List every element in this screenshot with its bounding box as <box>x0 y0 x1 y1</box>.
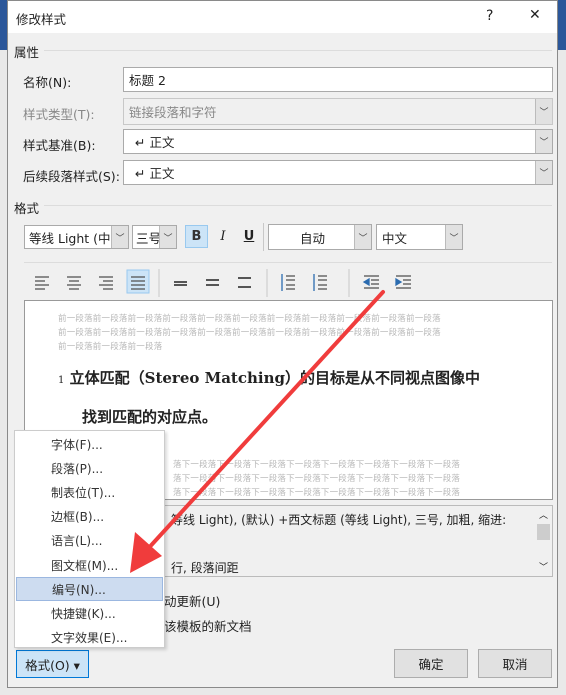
name-label: 名称(N): <box>23 75 72 90</box>
chevron-down-icon[interactable]: ﹀ <box>159 226 176 248</box>
style-type-select: 链接段落和字符 ﹀ <box>123 98 553 125</box>
preview-next-paragraph: 落下一段落下一段落下一段落下一段落下一段落下一段落下一段落下一段落 <box>173 488 461 498</box>
preview-prev-paragraph: 前一段落前一段落前一段落前一段落前一段落前一段落前一段落前一段落前一段落前一段落… <box>58 328 441 338</box>
close-button[interactable]: ✕ <box>529 7 541 23</box>
cancel-button[interactable]: 取消 <box>478 649 552 678</box>
decrease-indent-icon[interactable] <box>362 275 379 289</box>
next-style-label: 后续段落样式(S): <box>23 169 120 184</box>
double-spacing-icon[interactable] <box>238 277 251 288</box>
menu-item-numbering[interactable]: 编号(N)... <box>16 577 163 602</box>
italic-button[interactable]: I <box>213 225 233 248</box>
chevron-down-icon[interactable]: ﹀ <box>535 161 552 184</box>
menu-item-paragraph[interactable]: 段落(P)... <box>15 456 164 480</box>
based-on-label: 样式基准(B): <box>23 138 96 153</box>
new-documents-option-label[interactable]: 该模板的新文档 <box>164 616 252 635</box>
align-center-icon[interactable] <box>67 276 81 290</box>
font-value: 等线 Light (中文 <box>29 230 124 246</box>
preview-heading-number: 1 <box>58 375 65 386</box>
description-line: 行, 段落间距 <box>171 561 239 575</box>
font-color-select[interactable]: 自动 ﹀ <box>268 224 372 250</box>
font-size-value: 三号 <box>136 230 162 246</box>
underline-button[interactable]: U <box>239 225 259 248</box>
menu-item-border[interactable]: 边框(B)... <box>15 505 164 529</box>
bold-button[interactable]: B <box>185 225 208 248</box>
divider <box>24 262 552 263</box>
title-bar: 修改样式 ? ✕ <box>8 1 557 33</box>
style-type-label: 样式类型(T): <box>23 107 95 122</box>
preview-prev-paragraph: 前一段落前一段落前一段落 <box>58 342 163 352</box>
font-select[interactable]: 等线 Light (中文 ﹀ <box>24 225 129 249</box>
format-menu-button[interactable]: 格式(O) ▾ <box>16 650 89 678</box>
align-right-icon[interactable] <box>99 276 113 290</box>
menu-item-font[interactable]: 字体(F)... <box>15 432 164 456</box>
scroll-down-icon[interactable]: ﹀ <box>539 560 548 573</box>
divider <box>44 205 552 206</box>
align-left-icon[interactable] <box>35 276 49 290</box>
increase-indent-icon[interactable] <box>395 275 411 289</box>
divider <box>263 223 264 251</box>
next-style-value: ↵ 正文 <box>135 166 175 181</box>
based-on-value: ↵ 正文 <box>135 135 175 150</box>
chevron-down-icon[interactable]: ﹀ <box>535 130 552 153</box>
one-half-spacing-icon[interactable] <box>206 279 219 286</box>
next-style-select[interactable]: ↵ 正文 ﹀ <box>123 160 553 185</box>
chevron-down-icon[interactable]: ﹀ <box>354 225 371 249</box>
chevron-down-icon: ﹀ <box>535 99 552 124</box>
font-color-value: 自动 <box>299 230 325 246</box>
chevron-down-icon[interactable]: ﹀ <box>111 226 128 248</box>
decrease-spacing-icon[interactable] <box>313 274 327 291</box>
menu-item-frame[interactable]: 图文框(M)... <box>15 553 164 577</box>
menu-item-shortcut-key[interactable]: 快捷键(K)... <box>15 601 164 625</box>
name-input[interactable]: 标题 2 <box>123 67 553 92</box>
language-value: 中文 <box>382 230 408 246</box>
style-description: 等线 Light), (默认) +西文标题 (等线 Light), 三号, 加粗… <box>158 505 553 577</box>
dialog-title: 修改样式 <box>16 12 67 27</box>
language-select[interactable]: 中文 ﹀ <box>376 224 463 250</box>
increase-spacing-icon[interactable] <box>281 274 295 291</box>
help-button[interactable]: ? <box>486 8 493 24</box>
properties-section: 属性 <box>14 45 40 60</box>
chevron-down-icon[interactable]: ﹀ <box>445 225 462 249</box>
based-on-select[interactable]: ↵ 正文 ﹀ <box>123 129 553 154</box>
preview-heading-line: 找到匹配的对应点。 <box>82 408 218 426</box>
style-type-value: 链接段落和字符 <box>129 105 217 120</box>
divider <box>44 50 552 51</box>
preview-heading: 1 立体匹配（Stereo Matching）的目标是从不同视点图像中 <box>58 367 480 388</box>
paragraph-toolbar <box>35 269 411 297</box>
scrollbar[interactable]: ︿ ﹀ <box>535 506 552 576</box>
name-value: 标题 2 <box>129 73 166 88</box>
auto-update-checkbox-label[interactable]: 动更新(U) <box>164 591 220 610</box>
preview-next-paragraph: 落下一段落下一段落下一段落下一段落下一段落下一段落下一段落下一段落 <box>173 460 461 470</box>
menu-item-tabs[interactable]: 制表位(T)... <box>15 480 164 504</box>
menu-item-text-effects[interactable]: 文字效果(E)... <box>15 626 164 650</box>
scroll-up-icon[interactable]: ︿ <box>539 508 548 521</box>
ok-button[interactable]: 确定 <box>394 649 468 678</box>
preview-prev-paragraph: 前一段落前一段落前一段落前一段落前一段落前一段落前一段落前一段落前一段落前一段落… <box>58 314 441 324</box>
preview-next-paragraph: 落下一段落下一段落下一段落下一段落下一段落下一段落下一段落下一段落 <box>173 474 461 484</box>
single-spacing-icon[interactable] <box>174 281 187 286</box>
scrollbar-thumb[interactable] <box>537 524 550 540</box>
description-line: 等线 Light), (默认) +西文标题 (等线 Light), 三号, 加粗… <box>171 513 507 527</box>
font-size-select[interactable]: 三号 ﹀ <box>132 225 177 249</box>
format-dropdown-menu: 字体(F)... 段落(P)... 制表位(T)... 边框(B)... 语言(… <box>14 430 165 648</box>
preview-heading-line: 立体匹配（Stereo Matching）的目标是从不同视点图像中 <box>69 369 480 387</box>
menu-item-language[interactable]: 语言(L)... <box>15 529 164 553</box>
format-section: 格式 <box>14 201 40 216</box>
